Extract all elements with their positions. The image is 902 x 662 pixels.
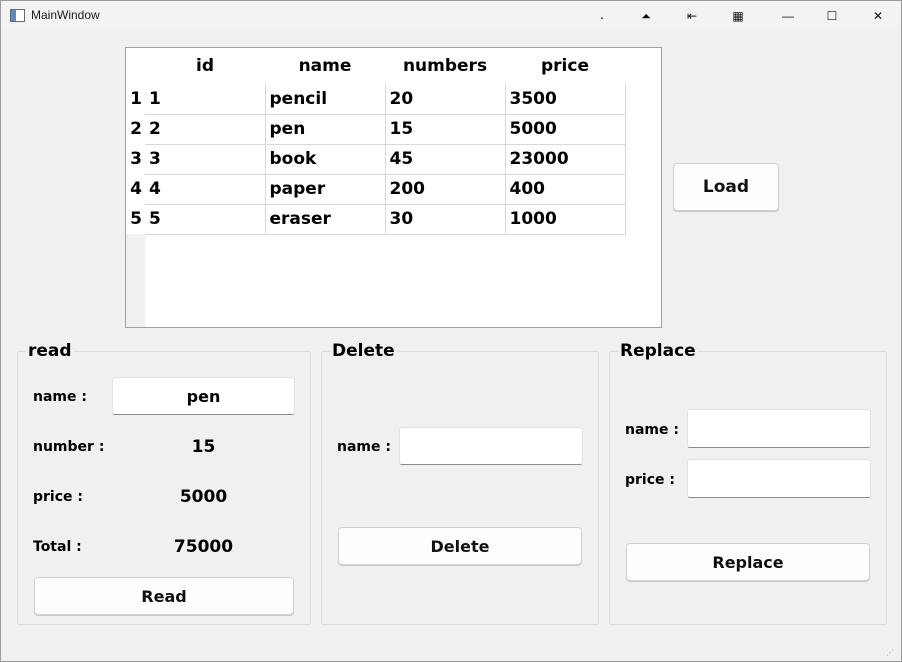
row-header[interactable]: 1	[126, 84, 145, 114]
read-number-value: 15	[191, 437, 216, 457]
maximize-button[interactable]: ☐	[809, 1, 855, 31]
table-cell[interactable]: 1	[145, 84, 266, 115]
read-name-field[interactable]: pen	[112, 377, 295, 415]
table-cell[interactable]: 5000	[505, 114, 626, 145]
read-button[interactable]: Read	[34, 577, 294, 615]
column-header-numbers[interactable]: numbers	[385, 48, 505, 84]
minimize-button[interactable]: —	[765, 1, 811, 31]
main-window: MainWindow . ⏶ ⇤ ▦ — ☐ ✕ id name numbers…	[0, 0, 902, 662]
row-header[interactable]: 5	[126, 204, 145, 234]
replace-button[interactable]: Replace	[626, 543, 870, 581]
replace-name-field[interactable]	[687, 409, 871, 448]
table-cell[interactable]: pencil	[265, 84, 386, 115]
table-cell[interactable]: eraser	[265, 204, 386, 235]
read-price-label: price :	[33, 489, 83, 505]
row-header[interactable]: 2	[126, 114, 145, 144]
table-grid: id name numbers price 1 1 pencil 20 3500…	[126, 48, 626, 235]
delete-group-title: Delete	[330, 341, 397, 361]
table-cell[interactable]: 20	[385, 84, 506, 115]
table-cell[interactable]: 4	[145, 174, 266, 205]
close-button[interactable]: ✕	[855, 1, 901, 31]
read-group: read name : pen number : 15 price : 5000…	[17, 341, 311, 625]
read-total-label: Total :	[33, 539, 82, 555]
table-row[interactable]: 5 5 eraser 30 1000	[126, 204, 626, 235]
table-cell[interactable]: 2	[145, 114, 266, 145]
read-number-label: number :	[33, 439, 105, 455]
table-header-row: id name numbers price	[126, 48, 625, 84]
row-header[interactable]: 4	[126, 174, 145, 204]
replace-group: Replace name : price : Replace	[609, 341, 887, 625]
resize-grip[interactable]: ⋰	[886, 648, 895, 657]
dot-button[interactable]: .	[579, 1, 625, 31]
table-cell[interactable]: 5	[145, 204, 266, 235]
table-row[interactable]: 3 3 book 45 23000	[126, 144, 626, 175]
replace-price-label: price :	[625, 472, 675, 488]
column-header-price[interactable]: price	[505, 48, 625, 84]
table-cell[interactable]: 3500	[505, 84, 626, 115]
replace-price-field[interactable]	[687, 459, 871, 498]
load-button[interactable]: Load	[673, 163, 779, 211]
row-header[interactable]: 3	[126, 144, 145, 174]
read-name-label: name :	[33, 389, 87, 405]
delete-name-field[interactable]	[399, 427, 583, 465]
read-total-value: 75000	[173, 537, 234, 557]
table-row[interactable]: 1 1 pencil 20 3500	[126, 84, 626, 115]
replace-name-label: name :	[625, 422, 679, 438]
table-cell[interactable]: pen	[265, 114, 386, 145]
delete-group: Delete name : Delete	[321, 341, 599, 625]
table-cell[interactable]: 3	[145, 144, 266, 175]
window-title: MainWindow	[31, 8, 100, 22]
stay-on-top-icon[interactable]: ⏶	[623, 1, 669, 31]
read-price-value: 5000	[179, 487, 228, 507]
replace-group-title: Replace	[618, 341, 698, 361]
products-table[interactable]: id name numbers price 1 1 pencil 20 3500…	[125, 47, 662, 328]
table-cell[interactable]: 1000	[505, 204, 626, 235]
table-cell[interactable]: paper	[265, 174, 386, 205]
app-icon	[10, 9, 25, 22]
read-group-title: read	[26, 341, 74, 361]
pin-icon[interactable]: ⇤	[669, 1, 715, 31]
corner-cell	[126, 48, 145, 84]
table-cell[interactable]: 200	[385, 174, 506, 205]
delete-name-label: name :	[337, 439, 391, 455]
table-row[interactable]: 4 4 paper 200 400	[126, 174, 626, 205]
table-cell[interactable]: 23000	[505, 144, 626, 175]
table-cell[interactable]: book	[265, 144, 386, 175]
table-cell[interactable]: 30	[385, 204, 506, 235]
table-cell[interactable]: 15	[385, 114, 506, 145]
column-header-name[interactable]: name	[265, 48, 385, 84]
delete-button[interactable]: Delete	[338, 527, 582, 565]
title-bar[interactable]: MainWindow . ⏶ ⇤ ▦ — ☐ ✕	[1, 1, 901, 31]
column-header-id[interactable]: id	[145, 48, 265, 84]
table-row[interactable]: 2 2 pen 15 5000	[126, 114, 626, 145]
grid-icon[interactable]: ▦	[715, 1, 761, 31]
table-cell[interactable]: 45	[385, 144, 506, 175]
table-cell[interactable]: 400	[505, 174, 626, 205]
